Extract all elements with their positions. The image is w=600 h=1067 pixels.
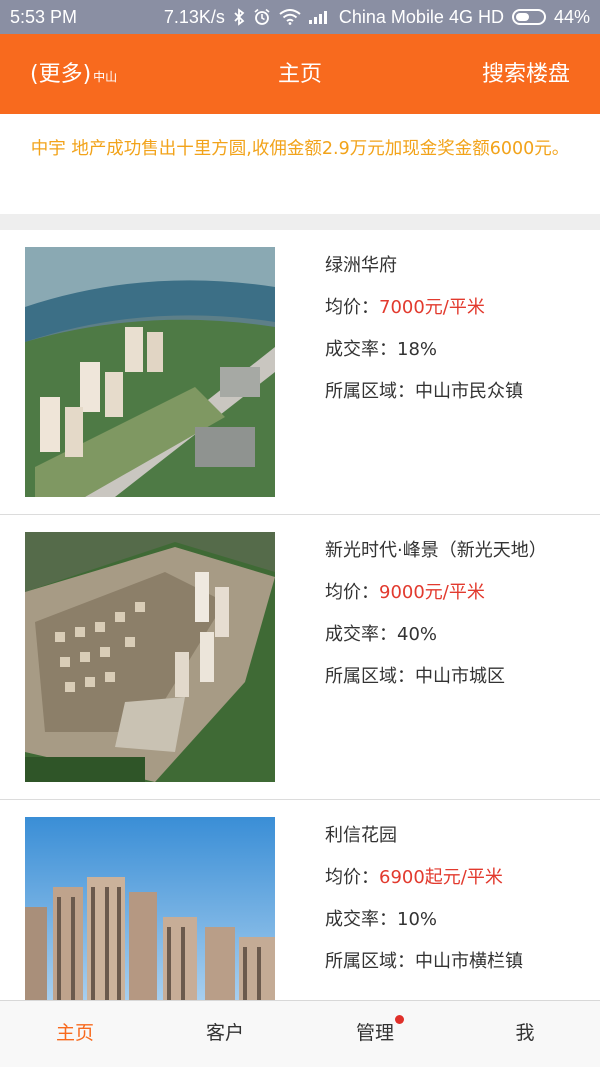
tab-manage-label: 管理 <box>355 1022 394 1044</box>
status-bar: 5:53 PM 7.13K/s China Mobile 4G HD 44% <box>0 0 600 34</box>
property-price: 9000元/平米 <box>379 582 485 603</box>
search-button[interactable]: 搜索楼盘 <box>482 56 570 88</box>
notification-dot <box>395 1015 404 1024</box>
alarm-icon <box>253 8 271 26</box>
property-rate: 18% <box>397 339 438 360</box>
network-speed: 7.13K/s <box>163 6 225 27</box>
price-label: 均价： <box>325 297 379 318</box>
battery-level: 44% <box>553 6 590 27</box>
tab-manage[interactable]: 管理 <box>300 1001 450 1067</box>
sales-notice: 中宇 地产成功售出十里方圆,收佣金额2.9万元加现金奖金额6000元。 <box>0 114 600 214</box>
property-rate: 10% <box>397 909 438 930</box>
property-area: 中山市城区 <box>415 666 505 687</box>
property-info: 利信花园 均价：6900起元/平米 成交率：10% 所属区域：中山市横栏镇 <box>325 822 523 990</box>
tab-home[interactable]: 主页 <box>0 1001 150 1067</box>
status-time: 5:53 PM <box>10 6 78 27</box>
rate-label: 成交率： <box>325 909 397 930</box>
price-label: 均价： <box>325 582 379 603</box>
tab-me[interactable]: 我 <box>450 1001 600 1067</box>
property-image[interactable] <box>25 532 275 782</box>
property-info: 新光时代·峰景（新光天地） 均价：9000元/平米 成交率：40% 所属区域：中… <box>325 537 547 705</box>
bluetooth-icon <box>233 8 245 26</box>
property-area: 中山市民众镇 <box>415 381 523 402</box>
property-info: 绿洲华府 均价：7000元/平米 成交率：18% 所属区域：中山市民众镇 <box>325 252 523 420</box>
signal-icon <box>308 10 331 24</box>
bottom-tab-bar: 主页 客户 管理 我 <box>0 1000 600 1067</box>
property-name: 绿洲华府 <box>325 255 397 276</box>
property-rate: 40% <box>397 624 438 645</box>
rate-label: 成交率： <box>325 339 397 360</box>
property-price: 7000元/平米 <box>379 297 485 318</box>
area-label: 所属区域： <box>325 666 415 687</box>
status-indicators: 7.13K/s China Mobile 4G HD 44% <box>164 7 590 28</box>
rate-label: 成交率： <box>325 624 397 645</box>
property-name: 利信花园 <box>325 825 397 846</box>
wifi-icon <box>279 9 301 25</box>
app-header: (更多) 中山 主页 搜索楼盘 <box>0 34 600 114</box>
tab-customers[interactable]: 客户 <box>150 1001 300 1067</box>
price-label: 均价： <box>325 867 379 888</box>
area-label: 所属区域： <box>325 381 415 402</box>
section-divider <box>0 214 600 230</box>
area-label: 所属区域： <box>325 951 415 972</box>
battery-icon <box>511 9 546 25</box>
property-area: 中山市横栏镇 <box>415 951 523 972</box>
property-image[interactable] <box>25 247 275 497</box>
property-price: 6900起元/平米 <box>379 867 503 888</box>
list-item[interactable]: 绿洲华府 均价：7000元/平米 成交率：18% 所属区域：中山市民众镇 <box>0 230 600 515</box>
list-item[interactable]: 新光时代·峰景（新光天地） 均价：9000元/平米 成交率：40% 所属区域：中… <box>0 515 600 800</box>
carrier-label: China Mobile 4G HD <box>338 6 504 27</box>
property-name: 新光时代·峰景（新光天地） <box>325 540 547 561</box>
